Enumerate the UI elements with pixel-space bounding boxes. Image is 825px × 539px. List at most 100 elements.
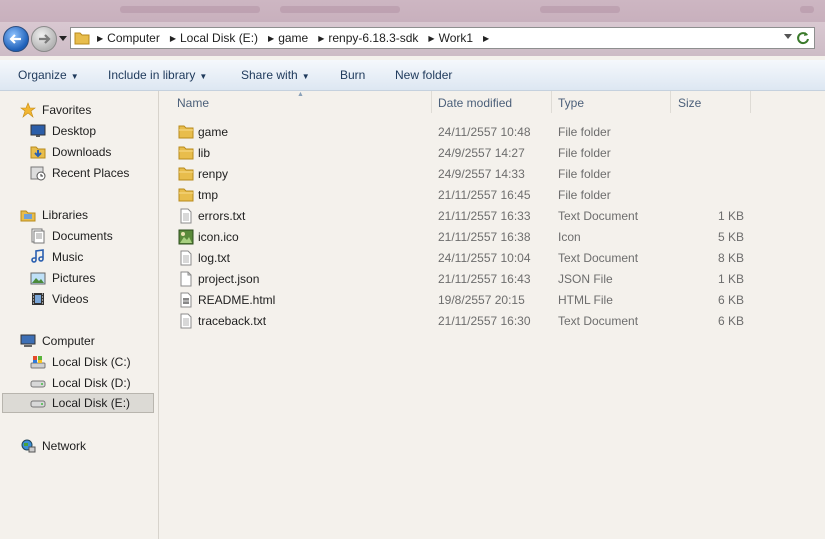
breadcrumb-renpy-sdk[interactable]: renpy-6.18.3-sdk [324,31,424,45]
address-bar[interactable]: ▶ Computer ▶ Local Disk (E:) ▶ game ▶ re… [70,27,815,49]
refresh-icon[interactable] [795,30,811,46]
address-dropdown-icon[interactable] [784,34,792,40]
desktop-icon [30,123,46,139]
file-name: game [198,125,229,139]
folder-icon [178,187,194,203]
star-icon [20,102,36,118]
file-row[interactable]: traceback.txt 21/11/2557 16:30 Text Docu… [174,311,774,331]
file-name: traceback.txt [198,314,267,328]
system-drive-icon [30,354,46,370]
file-name: lib [198,146,211,160]
nav-item-recent-places[interactable]: Recent Places [30,163,129,183]
breadcrumb-separator-icon[interactable]: ▶ [424,34,434,43]
nav-network[interactable]: Network [20,436,86,456]
file-row[interactable]: renpy 24/9/2557 14:33 File folder [174,164,774,184]
file-size: 5 KB [717,230,744,244]
file-type: Text Document [558,314,639,328]
nav-libraries-label: Libraries [42,208,89,222]
text-file-icon [178,208,194,224]
forward-arrow-icon [39,34,51,44]
file-type: Text Document [558,251,639,265]
breadcrumb-work1[interactable]: Work1 [435,31,479,45]
nav-item-local-disk-e[interactable]: Local Disk (E:) [2,393,154,413]
navigation-bar: ▶ Computer ▶ Local Disk (E:) ▶ game ▶ re… [0,22,825,56]
breadcrumb: ▶ Computer ▶ Local Disk (E:) ▶ game ▶ re… [71,28,489,48]
breadcrumb-separator-icon[interactable]: ▶ [264,34,274,43]
breadcrumb-computer[interactable]: Computer [103,31,166,45]
sort-ascending-icon: ▲ [297,91,304,98]
hard-drive-icon [30,395,46,411]
new-folder-button[interactable]: New folder [395,68,452,82]
file-date: 21/11/2557 16:30 [438,314,531,328]
breadcrumb-separator-icon[interactable]: ▶ [479,34,489,43]
file-name: README.html [198,293,276,307]
pictures-icon [30,270,46,286]
nav-item-music[interactable]: Music [30,247,83,267]
column-divider[interactable] [431,91,432,113]
share-with-button[interactable]: Share with ▼ [241,68,310,82]
videos-icon [30,291,46,307]
file-row[interactable]: tmp 21/11/2557 16:45 File folder [174,185,774,205]
file-row[interactable]: icon.ico 21/11/2557 16:38 Icon 5 KB [174,227,774,247]
breadcrumb-game[interactable]: game [274,31,314,45]
column-header-type[interactable]: Type [558,91,584,113]
file-date: 21/11/2557 16:38 [438,230,531,244]
organize-button[interactable]: Organize ▼ [18,68,79,82]
file-list: ▲ Name Date modified Type Size game 24/1… [159,91,825,539]
nav-item-label: Videos [52,292,89,306]
breadcrumb-separator-icon[interactable]: ▶ [166,34,176,43]
column-divider[interactable] [551,91,552,113]
file-date: 21/11/2557 16:43 [438,272,531,286]
html-file-icon [178,292,194,308]
nav-item-local-disk-d[interactable]: Local Disk (D:) [30,373,131,393]
file-row[interactable]: errors.txt 21/11/2557 16:33 Text Documen… [174,206,774,226]
nav-item-videos[interactable]: Videos [30,289,88,309]
nav-item-documents[interactable]: Documents [30,226,113,246]
file-name: tmp [198,188,219,202]
breadcrumb-separator-icon[interactable]: ▶ [93,34,103,43]
file-date: 21/11/2557 16:33 [438,209,531,223]
file-row[interactable]: README.html 19/8/2557 20:15 HTML File 6 … [174,290,774,310]
dropdown-arrow-icon: ▼ [301,72,310,81]
forward-button[interactable] [31,26,57,52]
file-row[interactable]: project.json 21/11/2557 16:43 JSON File … [174,269,774,289]
nav-computer-label: Computer [42,334,95,348]
burn-button[interactable]: Burn [340,68,365,82]
breadcrumb-separator-icon[interactable]: ▶ [314,34,324,43]
column-header-date-modified[interactable]: Date modified [438,91,512,113]
nav-libraries[interactable]: Libraries [20,205,88,225]
column-divider[interactable] [670,91,671,113]
file-row[interactable]: game 24/11/2557 10:48 File folder [174,122,774,142]
recent-pages-dropdown-icon[interactable] [59,36,67,42]
folder-icon [71,28,93,48]
file-date: 24/9/2557 14:27 [438,146,525,160]
folder-icon [178,124,194,140]
nav-computer[interactable]: Computer [20,331,95,351]
documents-icon [30,228,46,244]
dropdown-arrow-icon: ▼ [199,72,208,81]
nav-item-local-disk-c[interactable]: Local Disk (C:) [30,352,131,372]
file-type: File folder [558,125,611,139]
nav-favorites[interactable]: Favorites [20,100,91,120]
image-file-icon [178,229,194,245]
column-header-name[interactable]: Name [177,91,209,113]
file-date: 21/11/2557 16:45 [438,188,531,202]
recent-places-icon [30,165,46,181]
nav-item-label: Music [52,250,84,264]
nav-item-desktop[interactable]: Desktop [30,121,96,141]
nav-item-label: Downloads [52,145,112,159]
file-row[interactable]: lib 24/9/2557 14:27 File folder [174,143,774,163]
nav-item-label: Local Disk (C:) [52,355,131,369]
breadcrumb-local-disk-e[interactable]: Local Disk (E:) [176,31,264,45]
file-size: 1 KB [717,272,744,286]
nav-item-label: Recent Places [52,166,130,180]
text-file-icon [178,250,194,266]
nav-item-downloads[interactable]: Downloads [30,142,111,162]
column-header-size[interactable]: Size [678,91,701,113]
dropdown-arrow-icon: ▼ [70,72,79,81]
column-divider[interactable] [750,91,751,113]
file-row[interactable]: log.txt 24/11/2557 10:04 Text Document 8… [174,248,774,268]
include-in-library-button[interactable]: Include in library ▼ [108,68,207,82]
back-button[interactable] [3,26,29,52]
nav-item-pictures[interactable]: Pictures [30,268,95,288]
